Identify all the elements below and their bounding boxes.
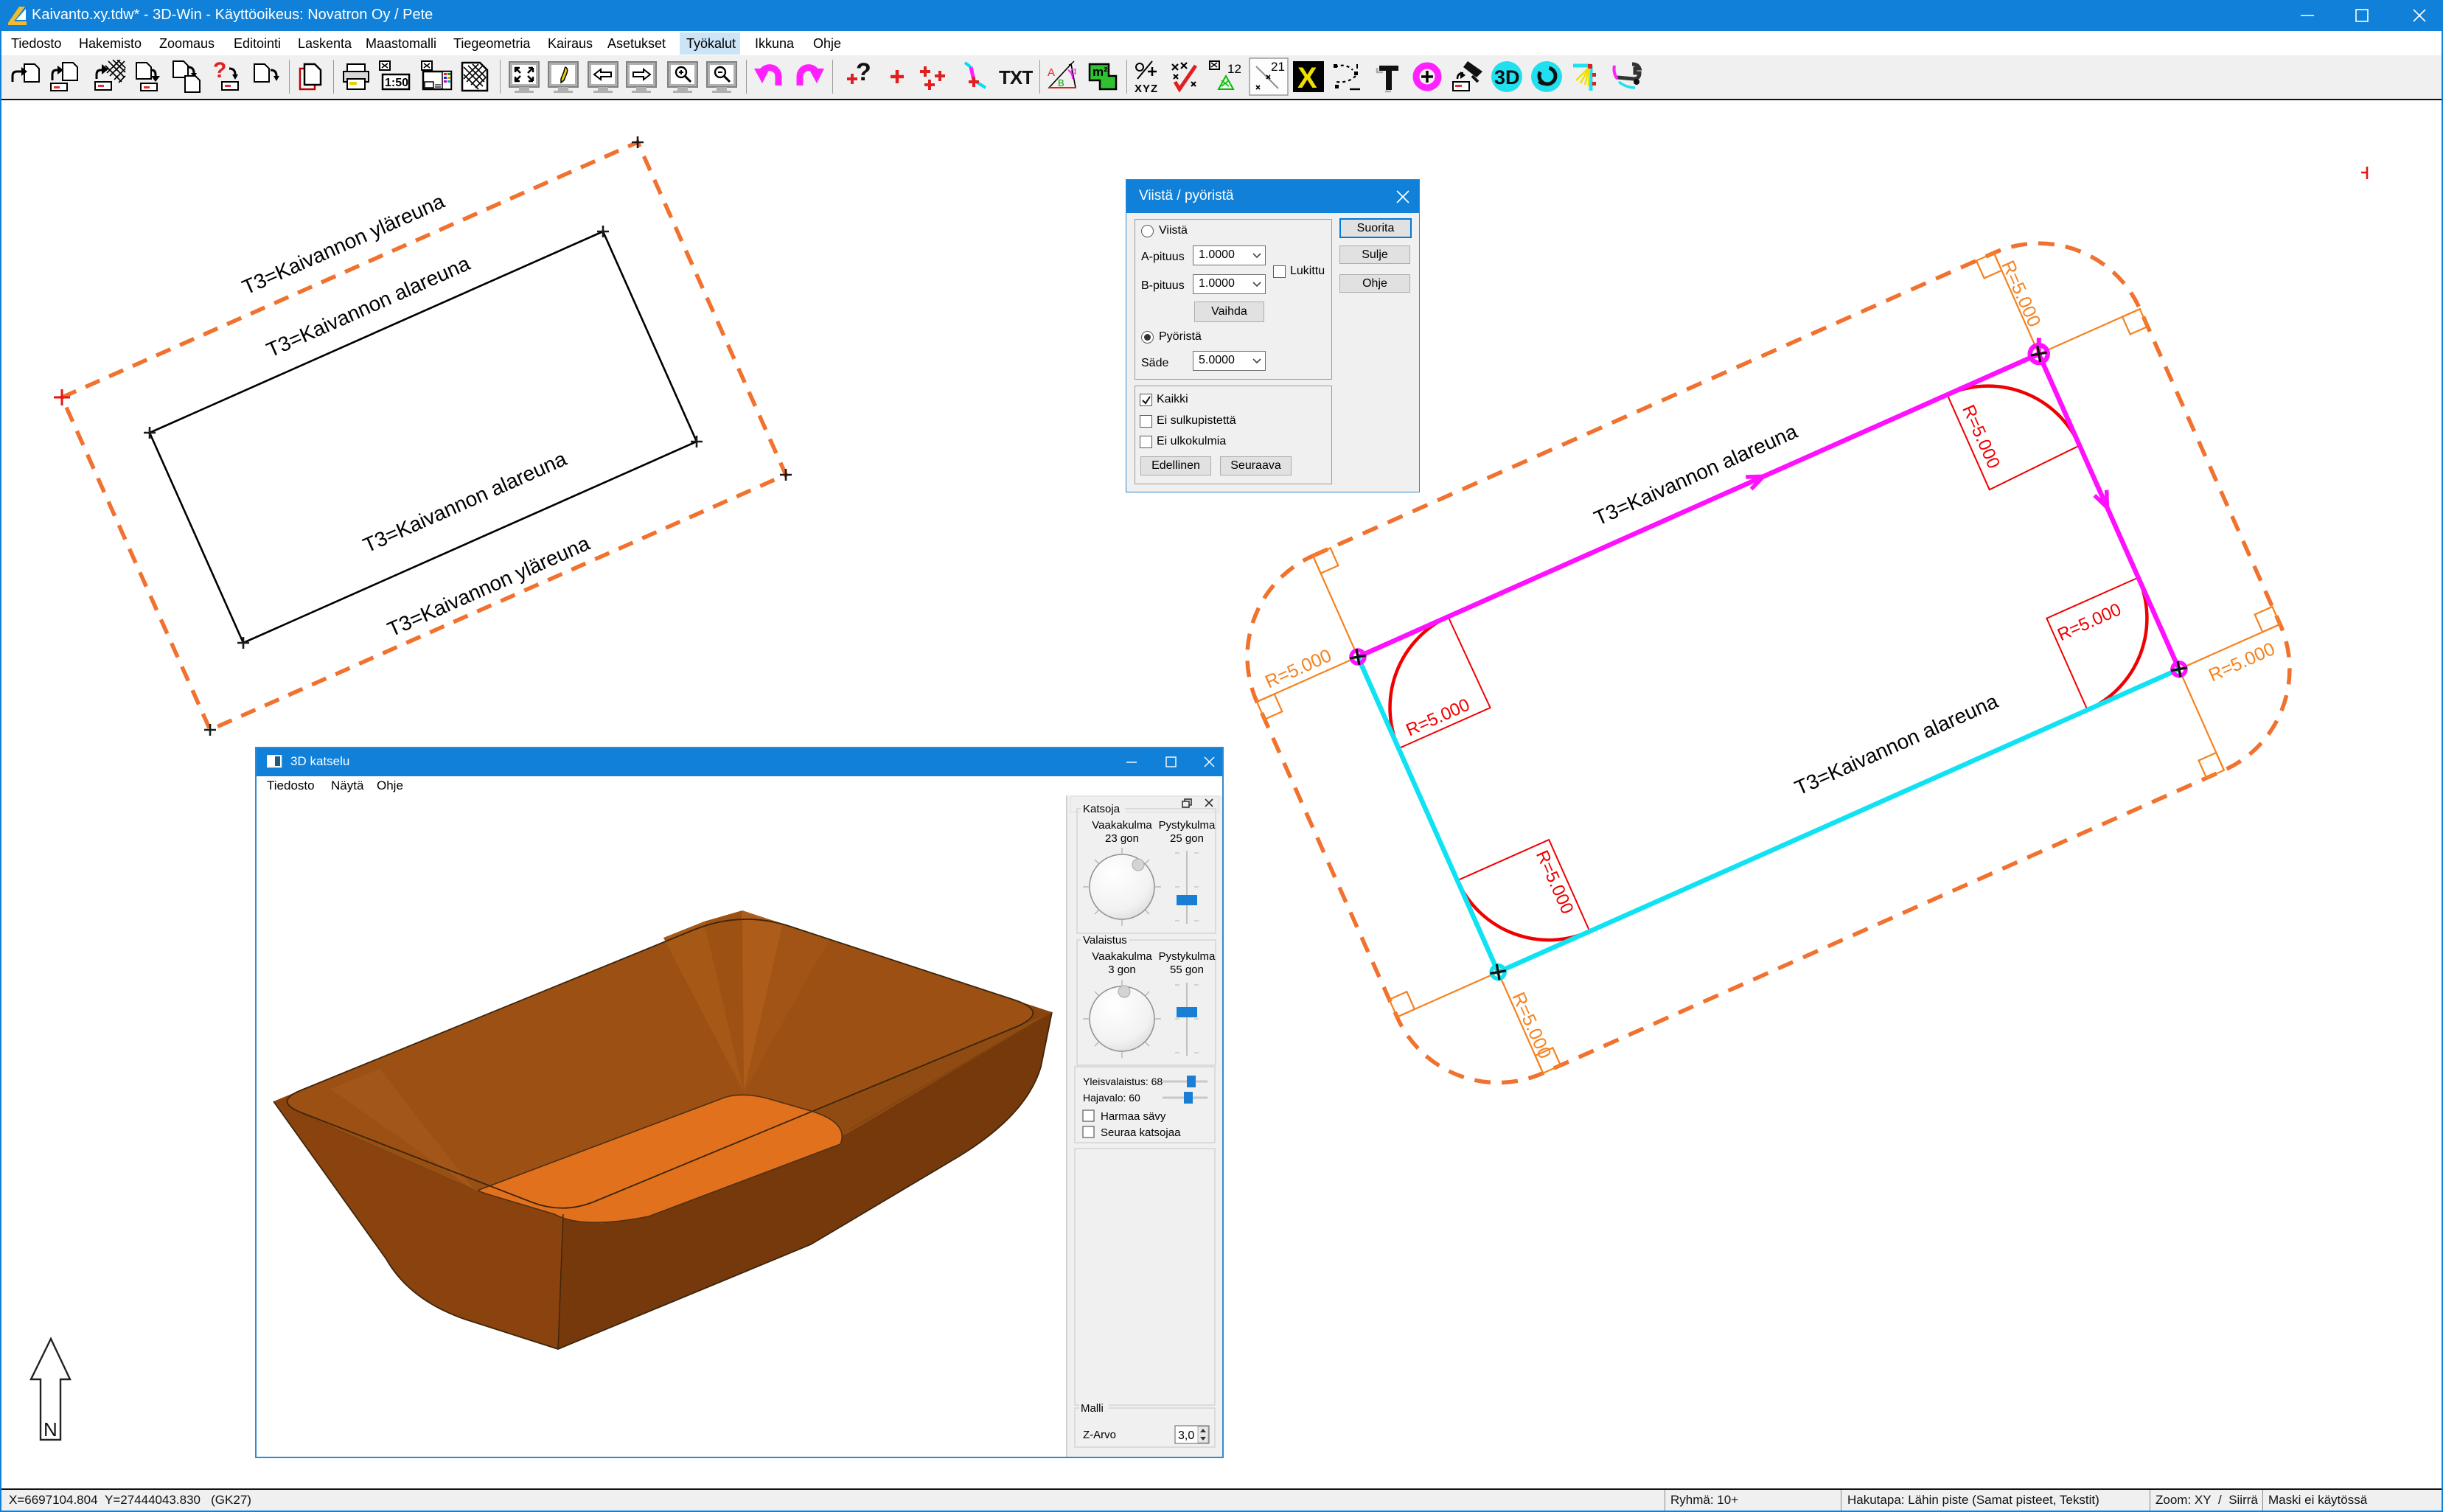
svg-text:55 gon: 55 gon: [1170, 964, 1204, 976]
svg-text:R=5.000: R=5.000: [1403, 695, 1472, 741]
svg-text:N: N: [43, 1418, 57, 1440]
svg-text:A: A: [1048, 66, 1055, 79]
svg-text:Katsoja: Katsoja: [1083, 803, 1121, 815]
svg-text:T3=Kaivannon alareuna: T3=Kaivannon alareuna: [360, 447, 571, 557]
svg-text:R=5.000: R=5.000: [2055, 599, 2124, 645]
svg-text:3D: 3D: [1494, 66, 1520, 88]
svg-text:Harmaa sävy: Harmaa sävy: [1101, 1110, 1166, 1123]
svg-text:?: ?: [856, 60, 871, 86]
svg-text:m²: m²: [1092, 65, 1108, 79]
svg-text:21: 21: [1271, 60, 1285, 74]
svg-text:T3=Kaivannon alareuna: T3=Kaivannon alareuna: [1791, 689, 2001, 800]
svg-text:Vaakakulma: Vaakakulma: [1092, 950, 1152, 963]
svg-text:B: B: [1058, 77, 1064, 88]
svg-text:R=5.000: R=5.000: [2206, 638, 2278, 686]
svg-text:R=5.000: R=5.000: [1532, 847, 1578, 916]
svg-text:Vaakakulma: Vaakakulma: [1092, 819, 1152, 832]
svg-text:3,0: 3,0: [1178, 1429, 1194, 1442]
svg-text:Valaistus: Valaistus: [1083, 934, 1127, 947]
svg-text:R=5.000: R=5.000: [1508, 989, 1555, 1062]
svg-text:Yleisvalaistus: 68: Yleisvalaistus: 68: [1083, 1076, 1163, 1087]
svg-text:1:50: 1:50: [385, 77, 408, 89]
svg-text:XYZ: XYZ: [1135, 83, 1158, 94]
svg-text:Pystykulma: Pystykulma: [1159, 950, 1216, 963]
svg-text:Pystykulma: Pystykulma: [1159, 819, 1216, 832]
svg-text:R=5.000: R=5.000: [1997, 257, 2044, 330]
svg-text:TXT: TXT: [999, 66, 1033, 88]
svg-text:α: α: [1070, 65, 1077, 77]
svg-text:3 gon: 3 gon: [1108, 964, 1136, 976]
svg-text:12: 12: [1227, 62, 1241, 76]
svg-text:Z-Arvo: Z-Arvo: [1083, 1429, 1116, 1441]
svg-text:T3=Kaivannon yläreuna: T3=Kaivannon yläreuna: [384, 532, 593, 641]
svg-text:Seuraa katsojaa: Seuraa katsojaa: [1101, 1126, 1181, 1139]
svg-text:25 gon: 25 gon: [1170, 832, 1204, 845]
svg-text:Malli: Malli: [1081, 1402, 1104, 1415]
svg-text:Hajavalo: 60: Hajavalo: 60: [1083, 1092, 1140, 1104]
svg-text:X: X: [1297, 62, 1317, 94]
svg-text:?: ?: [213, 60, 226, 83]
svg-text:23 gon: 23 gon: [1105, 832, 1139, 845]
svg-text:R=5.000: R=5.000: [1262, 645, 1334, 692]
svg-text:R=5.000: R=5.000: [1958, 402, 2004, 471]
